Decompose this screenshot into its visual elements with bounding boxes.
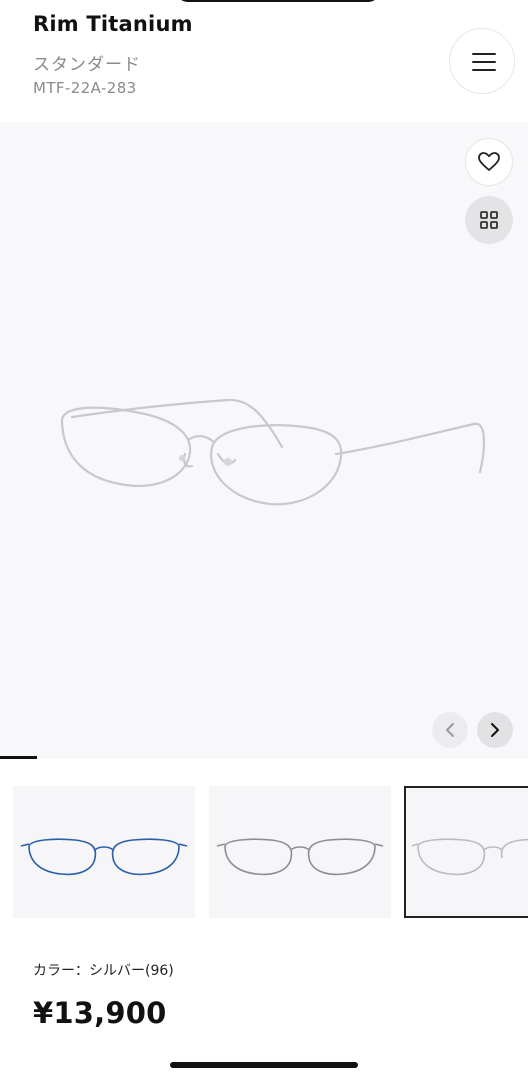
thumbnail-blue[interactable]	[13, 786, 195, 918]
price: ¥13,900	[33, 996, 167, 1030]
main-product-image	[60, 398, 486, 506]
menu-button[interactable]	[449, 28, 515, 94]
gallery-progress-track	[0, 756, 528, 759]
product-header: Rim Titanium スタンダード MTF-22A-283	[0, 0, 528, 122]
heart-icon	[478, 152, 500, 171]
grid-icon	[480, 211, 498, 229]
color-label: カラー：シルバー(96)	[33, 963, 174, 979]
thumbnail-silver-selected[interactable]	[404, 786, 528, 918]
chevron-left-icon	[446, 723, 454, 737]
product-image-viewer[interactable]	[0, 122, 528, 759]
product-name: Rim Titanium	[33, 12, 193, 36]
chevron-right-icon	[491, 723, 499, 737]
previous-image-button[interactable]	[432, 712, 468, 748]
home-indicator[interactable]	[170, 1062, 358, 1068]
next-image-button[interactable]	[477, 712, 513, 748]
grid-view-button[interactable]	[465, 196, 513, 244]
thumbnail-image-silver	[411, 838, 528, 876]
favorite-button[interactable]	[465, 138, 513, 186]
gallery-progress-fill	[0, 756, 37, 759]
thumbnail-gunmetal[interactable]	[209, 786, 391, 918]
thumbnail-strip	[0, 786, 528, 918]
thumbnail-image-gunmetal	[216, 838, 384, 876]
product-series: スタンダード	[33, 55, 141, 75]
thumbnail-image-blue	[20, 838, 188, 876]
model-code: MTF-22A-283	[33, 79, 137, 97]
